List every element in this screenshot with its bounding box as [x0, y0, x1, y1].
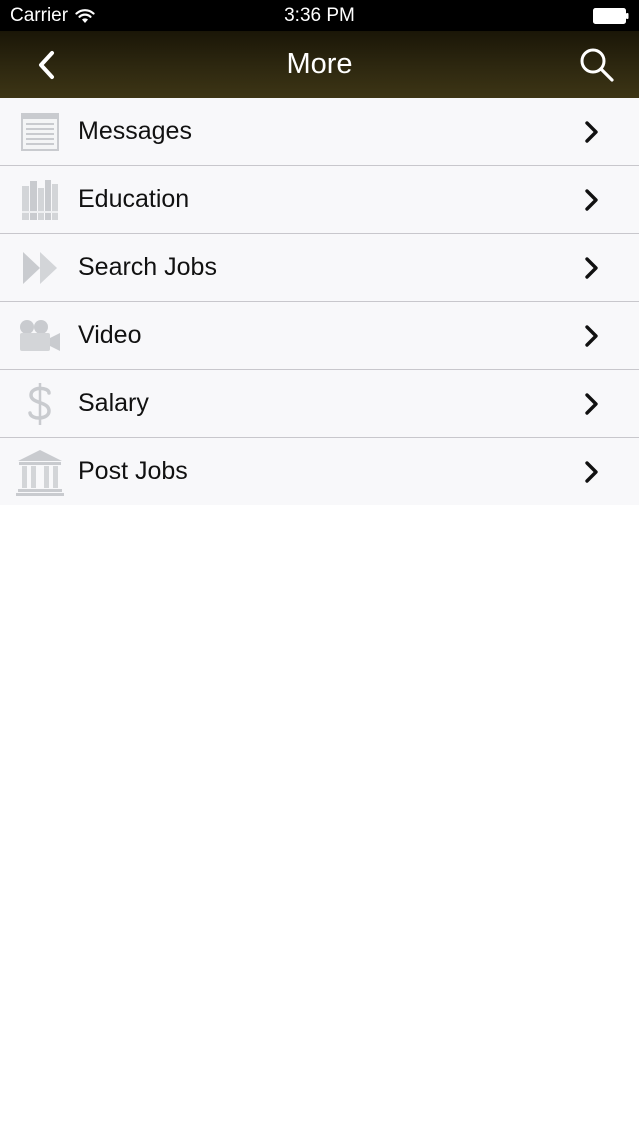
chevron-right-icon — [585, 257, 598, 279]
status-time: 3:36 PM — [284, 5, 355, 26]
chevron-right-icon — [585, 189, 598, 211]
dollar-sign-icon — [14, 380, 66, 428]
menu-list: Messages Education Search Jobs Video Sal… — [0, 98, 639, 505]
menu-item-post-jobs[interactable]: Post Jobs — [0, 438, 639, 505]
back-button[interactable] — [30, 48, 62, 82]
books-icon — [14, 176, 66, 224]
chevron-right-icon — [585, 325, 598, 347]
building-columns-icon — [14, 448, 66, 496]
menu-item-salary[interactable]: Salary — [0, 370, 639, 438]
chevron-right-icon — [585, 121, 598, 143]
menu-item-education[interactable]: Education — [0, 166, 639, 234]
fast-forward-icon — [14, 244, 66, 292]
chevron-left-icon — [39, 51, 54, 79]
search-icon — [580, 48, 614, 82]
messages-list-icon — [14, 108, 66, 156]
menu-item-video[interactable]: Video — [0, 302, 639, 370]
menu-item-label: Video — [78, 321, 142, 349]
menu-item-messages[interactable]: Messages — [0, 98, 639, 166]
screen: Carrier 3:36 PM More Messages Education … — [0, 0, 639, 1136]
menu-item-search-jobs[interactable]: Search Jobs — [0, 234, 639, 302]
page-title: More — [286, 48, 353, 80]
navigation-bar: More — [0, 31, 639, 98]
menu-item-label: Search Jobs — [78, 253, 217, 281]
video-camera-icon — [14, 312, 66, 360]
menu-item-label: Post Jobs — [78, 457, 188, 485]
chevron-right-icon — [585, 461, 598, 483]
chevron-right-icon — [585, 393, 598, 415]
search-button[interactable] — [577, 45, 617, 85]
status-bar: Carrier 3:36 PM — [0, 0, 639, 31]
menu-item-label: Salary — [78, 389, 149, 417]
menu-item-label: Messages — [78, 117, 192, 145]
menu-item-label: Education — [78, 185, 190, 213]
battery-icon — [593, 8, 629, 24]
